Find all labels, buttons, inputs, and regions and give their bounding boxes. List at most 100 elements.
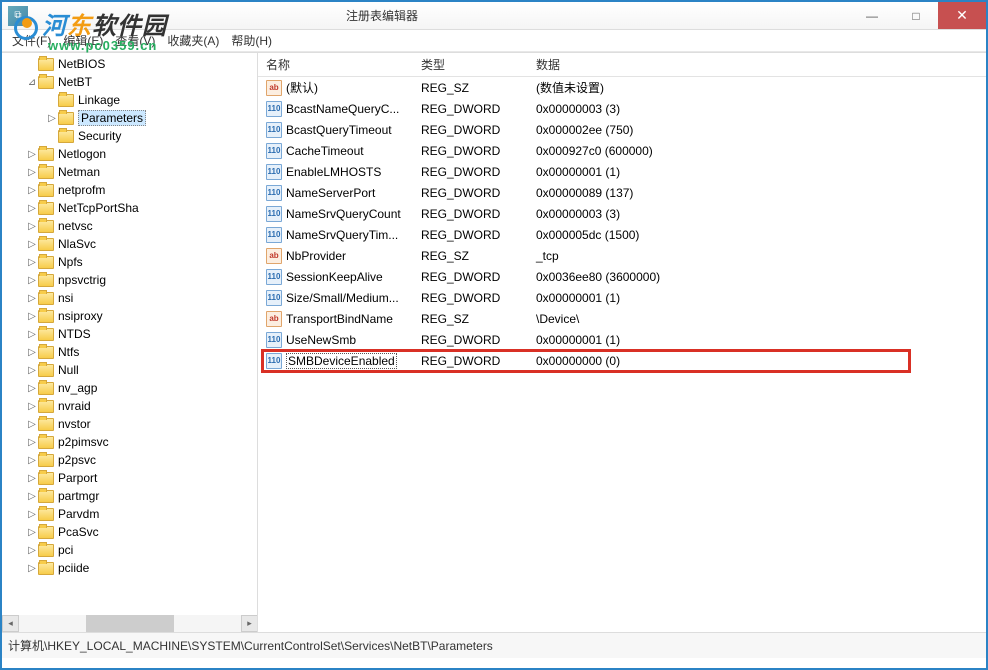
menu-view[interactable]: 查看(V): [109, 30, 161, 51]
expand-icon[interactable]: ▷: [26, 365, 38, 376]
tree-item[interactable]: ▷nsiproxy: [2, 307, 257, 325]
value-row[interactable]: 110NameSrvQueryTim...REG_DWORD0x000005dc…: [258, 224, 986, 245]
tree-item[interactable]: ▷PcaSvc: [2, 523, 257, 541]
tree-item[interactable]: ▷nv_agp: [2, 379, 257, 397]
expand-icon[interactable]: ▷: [26, 203, 38, 214]
expand-icon[interactable]: ▷: [26, 545, 38, 556]
value-row[interactable]: ab(默认)REG_SZ(数值未设置): [258, 77, 986, 98]
expand-icon[interactable]: ▷: [46, 113, 58, 124]
expand-icon[interactable]: ▷: [26, 509, 38, 520]
tree-item[interactable]: ▷Netman: [2, 163, 257, 181]
tree-item[interactable]: ▷pci: [2, 541, 257, 559]
scroll-right-button[interactable]: ▸: [241, 615, 258, 632]
horizontal-scrollbar[interactable]: ◂ ▸: [2, 615, 258, 632]
value-row[interactable]: abNbProviderREG_SZ_tcp: [258, 245, 986, 266]
tree-item[interactable]: ▷nvraid: [2, 397, 257, 415]
tree-label: partmgr: [58, 489, 99, 503]
tree-item[interactable]: ▷NTDS: [2, 325, 257, 343]
scroll-thumb[interactable]: [86, 615, 175, 632]
value-row[interactable]: 110BcastNameQueryC...REG_DWORD0x00000003…: [258, 98, 986, 119]
menu-favorites[interactable]: 收藏夹(A): [161, 30, 225, 51]
value-row[interactable]: 110CacheTimeoutREG_DWORD0x000927c0 (6000…: [258, 140, 986, 161]
maximize-button[interactable]: □: [894, 2, 938, 29]
app-icon: ⧉: [8, 6, 28, 26]
tree-item[interactable]: ▷p2psvc: [2, 451, 257, 469]
tree-item[interactable]: ▷npsvctrig: [2, 271, 257, 289]
statusbar: 计算机\HKEY_LOCAL_MACHINE\SYSTEM\CurrentCon…: [2, 632, 986, 658]
expand-icon[interactable]: ▷: [26, 419, 38, 430]
value-row[interactable]: 110NameServerPortREG_DWORD0x00000089 (13…: [258, 182, 986, 203]
expand-icon[interactable]: ▷: [26, 437, 38, 448]
minimize-button[interactable]: —: [850, 2, 894, 29]
tree-item[interactable]: ▷Ntfs: [2, 343, 257, 361]
value-name: NbProvider: [286, 249, 346, 263]
expand-icon[interactable]: ▷: [26, 563, 38, 574]
column-name[interactable]: 名称: [258, 56, 413, 73]
expand-icon[interactable]: ▷: [26, 329, 38, 340]
folder-icon: [38, 400, 54, 413]
expand-icon[interactable]: ▷: [26, 311, 38, 322]
tree-item[interactable]: ▷Parameters: [2, 109, 257, 127]
expand-icon[interactable]: ▷: [26, 491, 38, 502]
tree-item[interactable]: ▷Npfs: [2, 253, 257, 271]
expand-icon[interactable]: ▷: [26, 347, 38, 358]
value-row[interactable]: 110BcastQueryTimeoutREG_DWORD0x000002ee …: [258, 119, 986, 140]
tree-item[interactable]: Security: [2, 127, 257, 145]
tree-item[interactable]: ▷nvstor: [2, 415, 257, 433]
expand-icon[interactable]: ▷: [26, 401, 38, 412]
tree-item[interactable]: ▷NlaSvc: [2, 235, 257, 253]
value-row[interactable]: 110SessionKeepAliveREG_DWORD0x0036ee80 (…: [258, 266, 986, 287]
value-row[interactable]: abTransportBindNameREG_SZ\Device\: [258, 308, 986, 329]
tree-label: NetBT: [58, 75, 92, 89]
tree-item[interactable]: NetBIOS: [2, 55, 257, 73]
cell-type: REG_DWORD: [413, 228, 528, 242]
expand-icon[interactable]: ▷: [26, 527, 38, 538]
tree-item[interactable]: ▷pciide: [2, 559, 257, 577]
tree-item[interactable]: ▷Parport: [2, 469, 257, 487]
folder-icon: [38, 382, 54, 395]
window-buttons: — □ ✕: [850, 2, 986, 29]
expand-icon[interactable]: ▷: [26, 257, 38, 268]
column-type[interactable]: 类型: [413, 56, 528, 73]
menu-help[interactable]: 帮助(H): [225, 30, 278, 51]
cell-name: 110SessionKeepAlive: [258, 269, 413, 285]
expand-icon[interactable]: ▷: [26, 383, 38, 394]
scroll-left-button[interactable]: ◂: [2, 615, 19, 632]
expand-icon[interactable]: ▷: [26, 149, 38, 160]
expand-icon[interactable]: ▷: [26, 455, 38, 466]
value-row[interactable]: 110EnableLMHOSTSREG_DWORD0x00000001 (1): [258, 161, 986, 182]
menu-file[interactable]: 文件(F): [6, 30, 57, 51]
expand-icon[interactable]: ▷: [26, 221, 38, 232]
tree-item[interactable]: ⊿ NetBT: [2, 73, 257, 91]
column-data[interactable]: 数据: [528, 56, 986, 73]
tree-item[interactable]: ▷NetTcpPortSha: [2, 199, 257, 217]
tree-item[interactable]: Linkage: [2, 91, 257, 109]
value-row[interactable]: 110SMBDeviceEnabledREG_DWORD0x00000000 (…: [258, 350, 986, 371]
expand-icon[interactable]: ▷: [26, 239, 38, 250]
tree-item[interactable]: ▷netvsc: [2, 217, 257, 235]
tree-item[interactable]: ▷Netlogon: [2, 145, 257, 163]
expand-icon[interactable]: ▷: [26, 167, 38, 178]
tree-item[interactable]: ▷netprofm: [2, 181, 257, 199]
menu-edit[interactable]: 编辑(E): [57, 30, 109, 51]
tree-item[interactable]: ▷Parvdm: [2, 505, 257, 523]
dword-value-icon: 110: [266, 101, 282, 117]
tree-item[interactable]: ▷Null: [2, 361, 257, 379]
tree-item[interactable]: ▷ partmgr: [2, 487, 257, 505]
folder-icon: [38, 184, 54, 197]
tree-pane[interactable]: NetBIOS⊿NetBTLinkage▷ParametersSecurity▷…: [2, 53, 258, 632]
expand-icon[interactable]: ▷: [26, 185, 38, 196]
expand-icon[interactable]: ⊿: [26, 77, 38, 88]
expand-icon[interactable]: ▷: [26, 275, 38, 286]
statusbar-path: 计算机\HKEY_LOCAL_MACHINE\SYSTEM\CurrentCon…: [8, 637, 493, 654]
scroll-track[interactable]: [19, 615, 241, 632]
value-row[interactable]: 110UseNewSmbREG_DWORD0x00000001 (1): [258, 329, 986, 350]
tree-item[interactable]: ▷nsi: [2, 289, 257, 307]
values-pane[interactable]: 名称 类型 数据 ab(默认)REG_SZ(数值未设置)110BcastName…: [258, 53, 986, 632]
value-row[interactable]: 110NameSrvQueryCountREG_DWORD0x00000003 …: [258, 203, 986, 224]
value-row[interactable]: 110Size/Small/Medium...REG_DWORD0x000000…: [258, 287, 986, 308]
expand-icon[interactable]: ▷: [26, 473, 38, 484]
close-button[interactable]: ✕: [938, 2, 986, 29]
tree-item[interactable]: ▷p2pimsvc: [2, 433, 257, 451]
expand-icon[interactable]: ▷: [26, 293, 38, 304]
